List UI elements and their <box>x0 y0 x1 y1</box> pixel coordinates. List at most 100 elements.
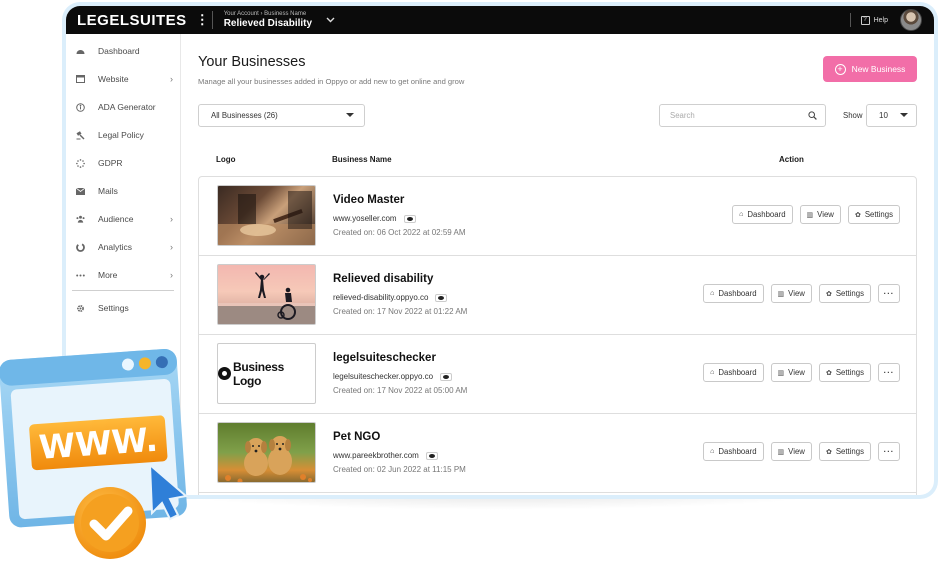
business-created-date: Created on: 17 Nov 2022 at 01:22 AM <box>333 307 468 316</box>
home-icon: ⌂ <box>710 290 715 297</box>
sidebar-item-label: ADA Generator <box>98 102 156 112</box>
more-options-button[interactable]: ··· <box>878 363 900 382</box>
page-size-value: 10 <box>879 111 888 120</box>
sidebar-item-label: Legal Policy <box>98 130 144 140</box>
bar-chart-icon: ▥ <box>777 448 785 456</box>
settings-button[interactable]: ✿ Settings <box>818 442 871 461</box>
www-browser-illustration: WWW. <box>0 348 189 559</box>
settings-button-label: Settings <box>835 289 864 298</box>
sidebar-item-analytics[interactable]: Analytics › <box>66 233 180 261</box>
sidebar-item-more[interactable]: More › <box>66 261 180 289</box>
sidebar-item-ada-generator[interactable]: ADA Generator <box>66 93 180 121</box>
avatar[interactable] <box>900 9 922 31</box>
settings-button[interactable]: ✿ Settings <box>818 363 871 382</box>
eye-icon[interactable] <box>435 293 448 302</box>
account-switcher[interactable]: Your Account › Business Name Relieved Di… <box>224 11 312 29</box>
eye-icon[interactable] <box>440 372 453 381</box>
page-size-select[interactable]: 10 <box>866 104 917 127</box>
business-name[interactable]: legelsuiteschecker <box>333 352 436 364</box>
analytics-icon <box>76 242 85 252</box>
chevron-right-icon: › <box>170 270 173 280</box>
dashboard-button[interactable]: ⌂ Dashboard <box>732 205 793 224</box>
filter-value: All Businesses (26) <box>211 111 278 120</box>
help-label: Help <box>873 16 888 24</box>
settings-button-label: Settings <box>835 447 864 456</box>
eye-icon[interactable] <box>425 451 438 460</box>
table-row: Relieved disability relieved-disability.… <box>199 256 916 335</box>
business-url-text[interactable]: www.pareekbrother.com <box>333 451 419 460</box>
sidebar-item-legal-policy[interactable]: Legal Policy <box>66 121 180 149</box>
dashboard-button[interactable]: ⌂ Dashboard <box>703 284 764 303</box>
help-link[interactable]: ? Help <box>849 13 888 27</box>
sidebar-item-mails[interactable]: Mails <box>66 177 180 205</box>
settings-button[interactable]: ✿ Settings <box>847 205 900 224</box>
ada-icon <box>76 102 85 112</box>
sidebar-divider <box>72 290 174 291</box>
dashboard-button[interactable]: ⌂ Dashboard <box>703 442 764 461</box>
eye-icon[interactable] <box>403 214 416 223</box>
new-business-button[interactable]: + New Business <box>823 56 917 82</box>
chevron-right-icon: › <box>170 214 173 224</box>
account-breadcrumb: Your Account › Business Name <box>223 11 307 17</box>
gear-icon: ✿ <box>854 211 861 219</box>
view-button[interactable]: ▥ View <box>770 363 812 382</box>
business-url-text[interactable]: legelsuiteschecker.oppyo.co <box>333 372 433 381</box>
dashboard-button-label: Dashboard <box>718 289 757 298</box>
sidebar-item-website[interactable]: Website › <box>66 65 180 93</box>
view-button-label: View <box>817 210 834 219</box>
dashboard-button-label: Dashboard <box>747 210 786 219</box>
main-content: Your Businesses Manage all your business… <box>182 34 934 495</box>
gavel-icon <box>76 130 85 140</box>
page-subtitle: Manage all your businesses added in Oppy… <box>198 77 465 86</box>
help-divider <box>849 13 851 27</box>
chevron-right-icon: › <box>170 242 173 252</box>
business-table: Video Master www.yoseller.com Created on… <box>198 176 917 495</box>
table-row: Video Master www.yoseller.com Created on… <box>199 177 916 256</box>
settings-button-label: Settings <box>835 368 864 377</box>
sidebar-item-label: GDPR <box>98 158 123 168</box>
checkmark-badge-icon <box>74 487 146 559</box>
chevron-down-icon[interactable] <box>326 15 335 25</box>
www-text: WWW. <box>38 420 159 467</box>
business-name[interactable]: Relieved disability <box>333 273 433 285</box>
settings-button[interactable]: ✿ Settings <box>818 284 871 303</box>
account-name: Relieved Disability <box>223 18 313 29</box>
dashboard-button[interactable]: ⌂ Dashboard <box>703 363 764 382</box>
business-created-date: Created on: 02 Jun 2022 at 11:15 PM <box>333 465 466 474</box>
dashboard-button-label: Dashboard <box>718 447 757 456</box>
bar-chart-icon: ▥ <box>777 290 785 298</box>
new-business-label: New Business <box>851 64 906 74</box>
website-icon <box>76 75 85 84</box>
audience-icon <box>76 215 85 224</box>
settings-button-label: Settings <box>864 210 893 219</box>
business-filter-select[interactable]: All Businesses (26) <box>198 104 365 127</box>
home-icon: ⌂ <box>710 369 715 376</box>
business-logo-mark <box>218 367 231 380</box>
business-name[interactable]: Video Master <box>333 194 404 206</box>
row-actions: ⌂ Dashboard ▥ View ✿ Settings <box>725 205 900 224</box>
sidebar-item-label: More <box>98 270 118 280</box>
sidebar-item-dashboard[interactable]: Dashboard <box>66 37 180 65</box>
sidebar-item-settings[interactable]: Settings <box>66 294 180 322</box>
business-created-date: Created on: 17 Nov 2022 at 05:00 AM <box>333 386 468 395</box>
sidebar-item-label: Analytics <box>98 242 133 252</box>
business-name[interactable]: Pet NGO <box>333 431 380 443</box>
more-options-button[interactable]: ··· <box>878 442 900 461</box>
brand-logo[interactable]: LEGELSUITES <box>77 12 187 29</box>
business-url-text[interactable]: www.yoseller.com <box>333 214 397 223</box>
view-button[interactable]: ▥ View <box>770 442 812 461</box>
view-button[interactable]: ▥ View <box>799 205 841 224</box>
more-options-button[interactable]: ··· <box>878 284 900 303</box>
view-button[interactable]: ▥ View <box>770 284 812 303</box>
sidebar-item-audience[interactable]: Audience › <box>66 205 180 233</box>
column-header-business-name: Business Name <box>332 155 392 164</box>
search-input[interactable] <box>670 105 800 126</box>
more-icon <box>76 271 85 280</box>
sidebar-item-gdpr[interactable]: GDPR <box>66 149 180 177</box>
sidebar-item-label: Website <box>98 74 129 84</box>
kebab-menu-icon[interactable]: ⋮ <box>196 12 209 28</box>
plus-circle-icon: + <box>834 63 846 75</box>
search-icon[interactable] <box>808 111 817 120</box>
business-url-text[interactable]: relieved-disability.oppyo.co <box>333 293 428 302</box>
table-row: Business Logo legelsuiteschecker legelsu… <box>199 335 916 414</box>
